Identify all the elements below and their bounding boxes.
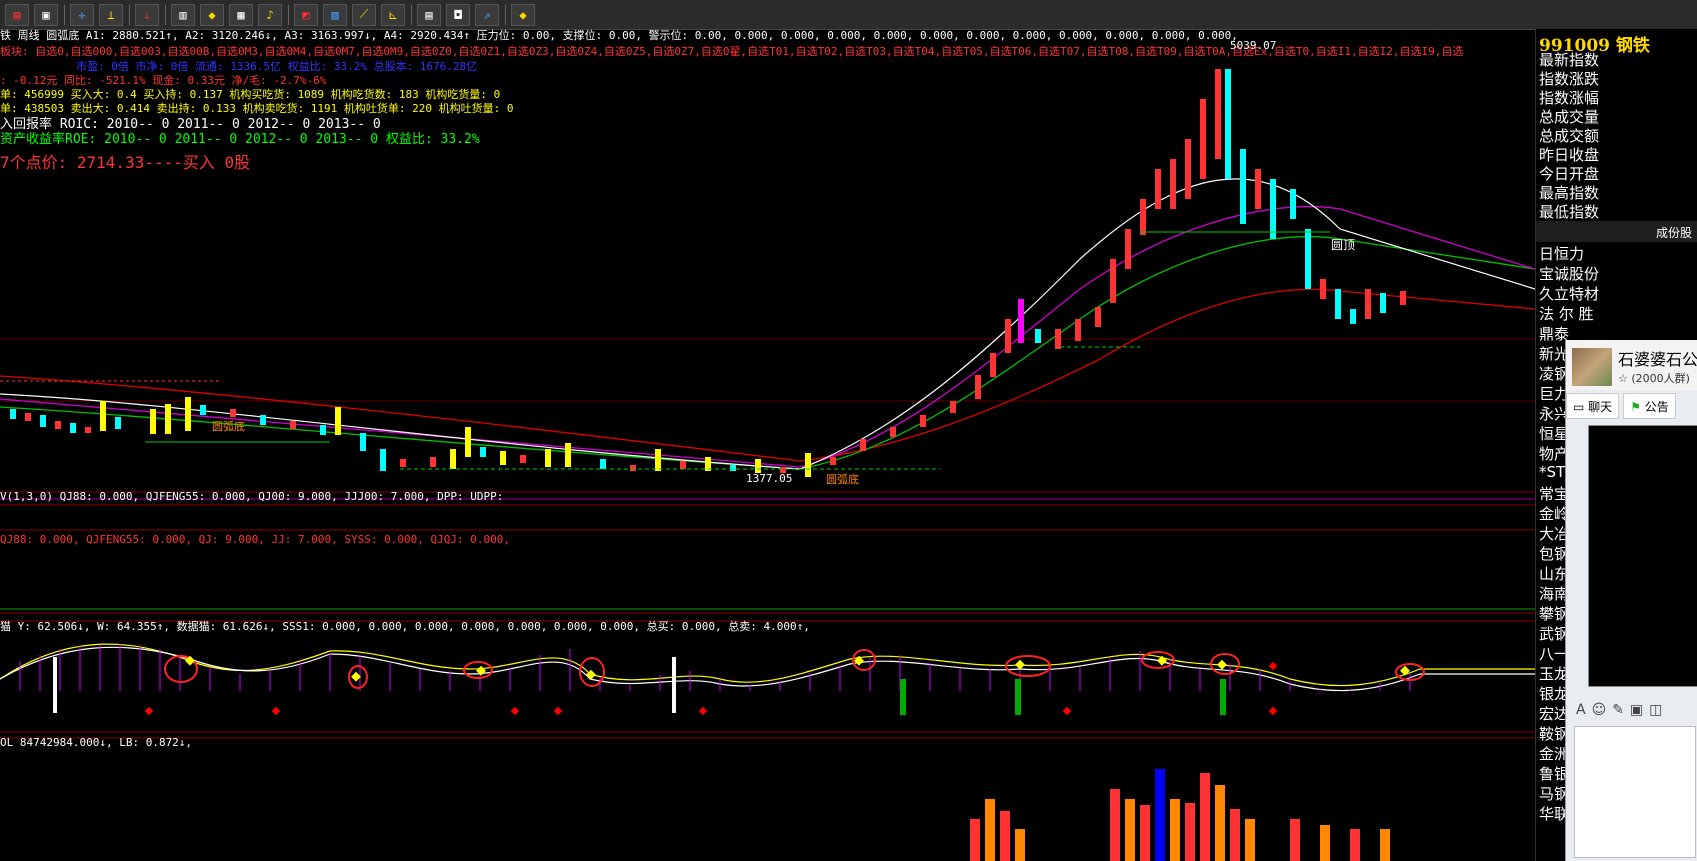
table-icon[interactable]: ▤ <box>417 3 441 26</box>
stock-list-item[interactable]: 久立特材 <box>1539 283 1599 304</box>
group-size-text: (2000人群) <box>1631 372 1690 385</box>
tab-chat-label: 聊天 <box>1588 400 1613 414</box>
candle-icon[interactable]: ▥ <box>171 3 195 26</box>
pattern-bottom-label: 圆弧底 <box>826 473 859 486</box>
constituents-label: 成份股 <box>1655 226 1692 240</box>
picture-icon[interactable]: ◩ <box>294 3 318 26</box>
share-icon[interactable]: ⇗ <box>475 3 499 26</box>
divider <box>129 4 130 25</box>
chart-area[interactable]: 铁 周线 圆弧底 A1: 2880.521↑, A2: 3120.246↓, A… <box>0 29 1535 861</box>
roe-line: 资产收益率ROE: 2010-- 0 2011-- 0 2012-- 0 201… <box>0 132 480 147</box>
divider <box>64 4 65 25</box>
stock-list-item[interactable]: *ST <box>1539 463 1565 481</box>
ruler-icon[interactable]: ⊥ <box>99 3 123 26</box>
pattern-top-label: 圆顶 <box>1331 238 1356 252</box>
divider <box>288 4 289 25</box>
tab-notice[interactable]: ⚑ 公告 <box>1623 393 1676 419</box>
red-diamonds <box>144 661 1278 716</box>
field-high: 最高指数 <box>1539 184 1600 202</box>
tab-chat[interactable]: ▭ 聊天 <box>1566 393 1620 419</box>
header-line: 铁 周线 圆弧底 A1: 2880.521↑, A2: 3120.246↓, A… <box>0 29 1238 42</box>
tool-icon[interactable]: ✎ <box>1612 702 1630 718</box>
chat-tools: A☺✎▣◫ <box>1576 702 1668 718</box>
hatch <box>19 644 1411 691</box>
arrow-icon[interactable]: ⇣ <box>135 3 159 26</box>
group-size: ☆ (2000人群) <box>1618 372 1690 385</box>
bell-icon[interactable]: ♪ <box>258 3 282 26</box>
low-price-label: 1377.05 <box>746 472 793 485</box>
page-icon[interactable]: ◘ <box>446 3 470 26</box>
stock-list-item[interactable]: 日恒力 <box>1539 243 1584 264</box>
diamond-icon[interactable]: ◆ <box>511 3 535 26</box>
dashboard-icon[interactable]: ▣ <box>34 3 58 26</box>
flag-icon: ⚑ <box>1630 400 1641 414</box>
field-prev-close: 昨日收盘 <box>1539 146 1600 164</box>
panel-1-title: V(1,3,0) QJ88: 0.000, QJFENG55: 0.000, Q… <box>0 490 504 503</box>
diamond-icon[interactable]: ◆ <box>200 3 224 26</box>
signal-diamonds <box>185 655 1410 682</box>
cursor-icon[interactable]: ⊾ <box>381 3 405 26</box>
buy-point-line: 7个点价: 2714.33----买入 0股 <box>0 153 251 172</box>
chat-popup[interactable]: 石婆婆石公 ☆ (2000人群) ▭ 聊天 ⚑ 公告 A☺✎▣◫ <box>1565 340 1697 861</box>
stock-list-item[interactable]: 法 尔 胜 <box>1539 303 1594 324</box>
divider <box>411 4 412 25</box>
toolbar: ▤ ▣ ✛ ⊥ ⇣ ▥ ◆ ▦ ♪ ◩ ▨ ⟋ ⊾ ▤ ◘ ⇗ ◆ <box>0 0 1697 30</box>
field-change-pct: 指数涨幅 <box>1539 89 1600 107</box>
chat-chart-preview <box>1588 425 1697 687</box>
chat-input[interactable] <box>1574 726 1696 858</box>
tab-notice-label: 公告 <box>1644 400 1669 414</box>
high-price-label: 5039.07 <box>1230 39 1277 52</box>
font-icon[interactable]: A <box>1576 702 1592 718</box>
field-turnover: 总成交额 <box>1539 127 1600 145</box>
crosshair-icon[interactable]: ✛ <box>70 3 94 26</box>
menu-icon[interactable]: ▤ <box>5 3 29 26</box>
field-change: 指数涨跌 <box>1539 70 1600 88</box>
field-open: 今日开盘 <box>1539 165 1600 183</box>
image-icon[interactable]: ▣ <box>1630 702 1649 718</box>
pattern-left-label: 圆弧底 <box>212 420 245 433</box>
trend-icon[interactable]: ⟋ <box>352 3 376 26</box>
green-bars <box>900 679 1226 715</box>
group-avatar[interactable] <box>1572 348 1612 386</box>
divider <box>505 4 506 25</box>
volume-bars <box>970 769 1390 861</box>
panel-3-title: 猫 Y: 62.506↓, W: 64.355↑, 数据猫: 61.626↓, … <box>0 620 810 633</box>
grid-icon[interactable]: ▦ <box>229 3 253 26</box>
chat-tabs: ▭ 聊天 ⚑ 公告 <box>1566 393 1697 419</box>
field-volume: 总成交量 <box>1539 108 1600 126</box>
emoji-icon[interactable]: ☺ <box>1592 702 1613 718</box>
chart-icon[interactable]: ▨ <box>323 3 347 26</box>
panel-2-title: QJ88: 0.000, QJFENG55: 0.000, QJ: 9.000,… <box>0 533 510 546</box>
screenshot-icon[interactable]: ◫ <box>1649 702 1668 718</box>
field-latest: 最新指数 <box>1539 51 1600 69</box>
divider <box>165 4 166 25</box>
chat-icon: ▭ <box>1573 400 1585 414</box>
field-low: 最低指数 <box>1539 203 1600 221</box>
chat-header: 石婆婆石公 ☆ (2000人群) <box>1566 340 1697 390</box>
stock-list-item[interactable]: 宝诚股份 <box>1539 263 1599 284</box>
panel-4-title: OL 84742984.000↓, LB: 0.872↓, <box>0 736 193 749</box>
constituents-bar[interactable]: 成份股 <box>1536 221 1697 242</box>
oscillator-bars <box>0 643 1535 692</box>
group-name: 石婆婆石公 <box>1618 350 1697 369</box>
